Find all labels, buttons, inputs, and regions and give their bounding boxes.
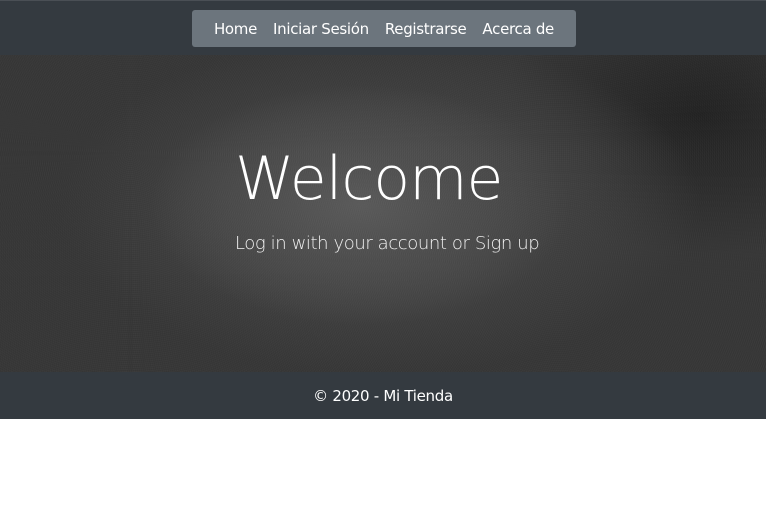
page-footer: © 2020 - Mi Tienda [0,372,766,419]
nav-link-home[interactable]: Home [214,20,257,38]
hero-subtitle: Log in with your account or Sign up [235,233,540,254]
top-navbar: Home Iniciar Sesión Registrarse Acerca d… [0,0,766,55]
nav-link-acerca-de[interactable]: Acerca de [482,20,554,38]
footer-copyright: © 2020 - Mi Tienda [313,386,453,405]
hero-banner: Welcome Log in with your account or Sign… [0,55,766,372]
hero-title: Welcome [235,144,503,214]
nav-menu: Home Iniciar Sesión Registrarse Acerca d… [192,10,576,47]
nav-link-registrarse[interactable]: Registrarse [385,20,467,38]
nav-link-iniciar-sesion[interactable]: Iniciar Sesión [273,20,369,38]
